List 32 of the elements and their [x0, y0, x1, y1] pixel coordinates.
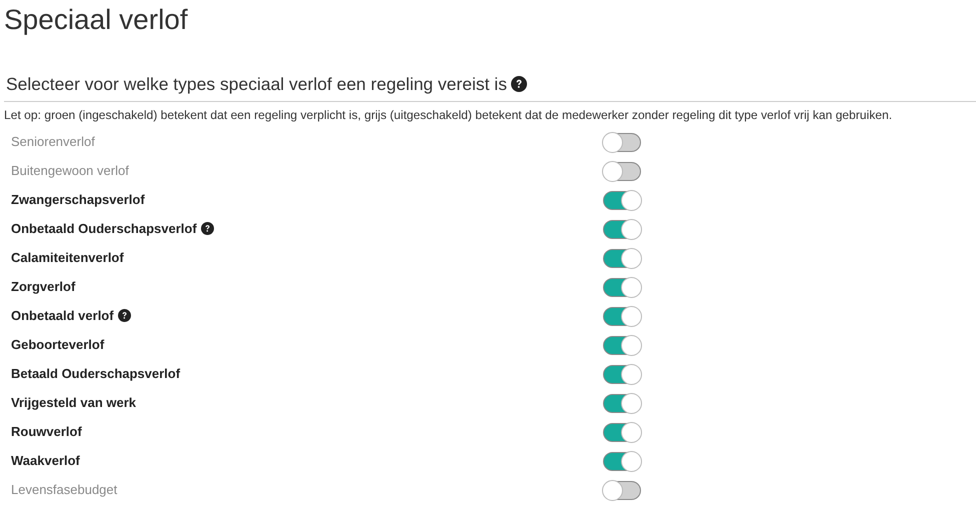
help-icon[interactable]	[510, 76, 527, 92]
toggle-switch[interactable]	[603, 191, 641, 210]
toggle-switch[interactable]	[603, 481, 641, 500]
leave-type-label: Calamiteitenverlof	[11, 250, 124, 265]
toggle-switch[interactable]	[603, 423, 641, 442]
toggle-switch[interactable]	[603, 162, 641, 181]
toggle-switch[interactable]	[603, 249, 641, 268]
toggle-switch[interactable]	[603, 394, 641, 413]
leave-type-label: Zorgverlof	[11, 279, 76, 294]
toggle-switch[interactable]	[603, 133, 641, 152]
leave-type-label: Vrijgesteld van werk	[11, 395, 136, 410]
leave-type-label: Waakverlof	[11, 453, 80, 468]
page-title: Speciaal verlof	[4, 3, 189, 37]
leave-type-label: Buitengewoon verlof	[11, 163, 129, 178]
leave-type-label: Seniorenverlof	[11, 134, 95, 149]
help-icon[interactable]	[200, 222, 214, 235]
leave-type-label: Zwangerschapsverlof	[11, 192, 145, 207]
toggle-switch[interactable]	[603, 336, 641, 355]
toggle-switch[interactable]	[603, 452, 641, 471]
toggle-switch[interactable]	[603, 365, 641, 384]
leave-type-label: Betaald Ouderschapsverlof	[11, 366, 180, 381]
section-title: Selecteer voor welke types speciaal verlof een regeling vereist is	[6, 74, 507, 94]
leave-type-label: Onbetaald Ouderschapsverlof	[11, 221, 197, 236]
note-text: Let op: groen (ingeschakeld) betekent dat een regeling verplicht is, grijs (uitgeschakeld) betekent dat de medewerker zonder regeling dit type verlof vrij kan gebruiken.	[4, 107, 894, 123]
help-icon[interactable]	[118, 309, 131, 322]
toggle-switch[interactable]	[603, 220, 641, 239]
leave-type-label: Levensfasebudget	[11, 482, 118, 497]
leave-type-label: Geboorteverlof	[11, 337, 104, 352]
toggle-switch[interactable]	[603, 278, 641, 297]
leave-type-label: Onbetaald verlof	[11, 308, 114, 323]
leave-type-label: Rouwverlof	[11, 424, 82, 439]
toggle-switch[interactable]	[603, 307, 641, 326]
